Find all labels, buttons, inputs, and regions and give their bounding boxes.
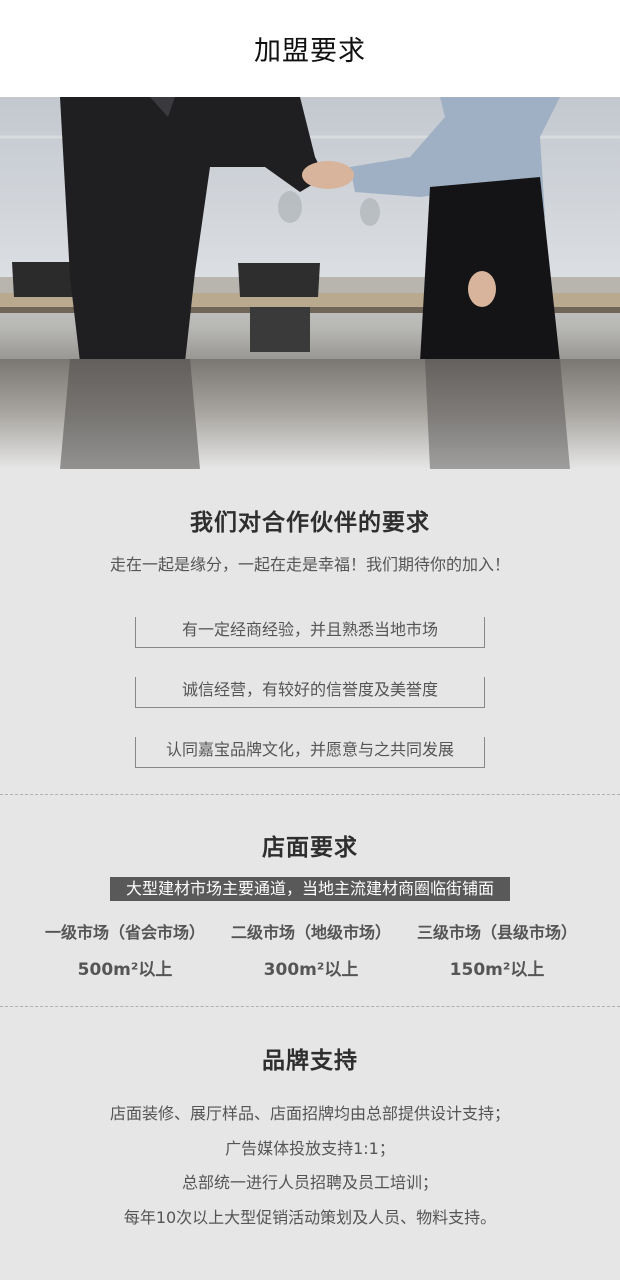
support-item: 广告媒体投放支持1:1； <box>225 1138 395 1158</box>
tier-area: 300m²以上 <box>263 960 359 980</box>
requirement-item: 认同嘉宝品牌文化，并愿意与之共同发展 <box>135 737 485 768</box>
tier-area: 500m²以上 <box>77 960 173 980</box>
brand-support-section: 品牌支持 店面装修、展厅样品、店面招牌均由总部提供设计支持； 广告媒体投放支持1… <box>0 1006 620 1280</box>
requirement-item: 有一定经商经验，并且熟悉当地市场 <box>135 617 485 648</box>
tier-name: 三级市场（县级市场） <box>416 923 577 942</box>
store-requirements-section: 店面要求 大型建材市场主要通道，当地主流建材商圈临街铺面 一级市场（省会市场） … <box>0 794 620 1006</box>
partner-requirements-title: 我们对合作伙伴的要求 <box>190 510 430 536</box>
requirements-list: 有一定经商经验，并且熟悉当地市场 诚信经营，有较好的信誉度及美誉度 认同嘉宝品牌… <box>0 617 620 768</box>
tier-name: 二级市场（地级市场） <box>230 923 391 942</box>
hero-image <box>0 97 620 469</box>
support-item: 店面装修、展厅样品、店面招牌均由总部提供设计支持； <box>109 1104 510 1123</box>
requirement-item: 诚信经营，有较好的信誉度及美誉度 <box>135 677 485 708</box>
tier-area: 150m²以上 <box>449 960 545 980</box>
store-requirements-title: 店面要求 <box>262 835 358 861</box>
tier-name: 一级市场（省会市场） <box>44 923 205 942</box>
market-tier: 三级市场（县级市场） 150m²以上 <box>412 919 582 980</box>
market-tier: 二级市场（地级市场） 300m²以上 <box>226 919 396 980</box>
partner-requirements-subtitle: 走在一起是缘分，一起在走是幸福！我们期待你的加入！ <box>109 555 510 574</box>
support-list: 店面装修、展厅样品、店面招牌均由总部提供设计支持； 广告媒体投放支持1:1； 总… <box>0 1097 620 1235</box>
page-title: 加盟要求 <box>254 36 366 67</box>
market-tier: 一级市场（省会市场） 500m²以上 <box>40 919 210 980</box>
store-location-banner: 大型建材市场主要通道，当地主流建材商圈临街铺面 <box>109 877 510 901</box>
market-tiers: 一级市场（省会市场） 500m²以上 二级市场（地级市场） 300m²以上 三级… <box>0 919 620 980</box>
support-item: 每年10次以上大型促销活动策划及人员、物料支持。 <box>123 1207 497 1227</box>
partner-requirements-section: 我们对合作伙伴的要求 走在一起是缘分，一起在走是幸福！我们期待你的加入！ 有一定… <box>0 469 620 794</box>
page-header: 加盟要求 <box>0 0 620 97</box>
support-item: 总部统一进行人员招聘及员工培训； <box>181 1173 438 1192</box>
handshake-illustration <box>0 97 620 469</box>
brand-support-title: 品牌支持 <box>262 1048 358 1074</box>
